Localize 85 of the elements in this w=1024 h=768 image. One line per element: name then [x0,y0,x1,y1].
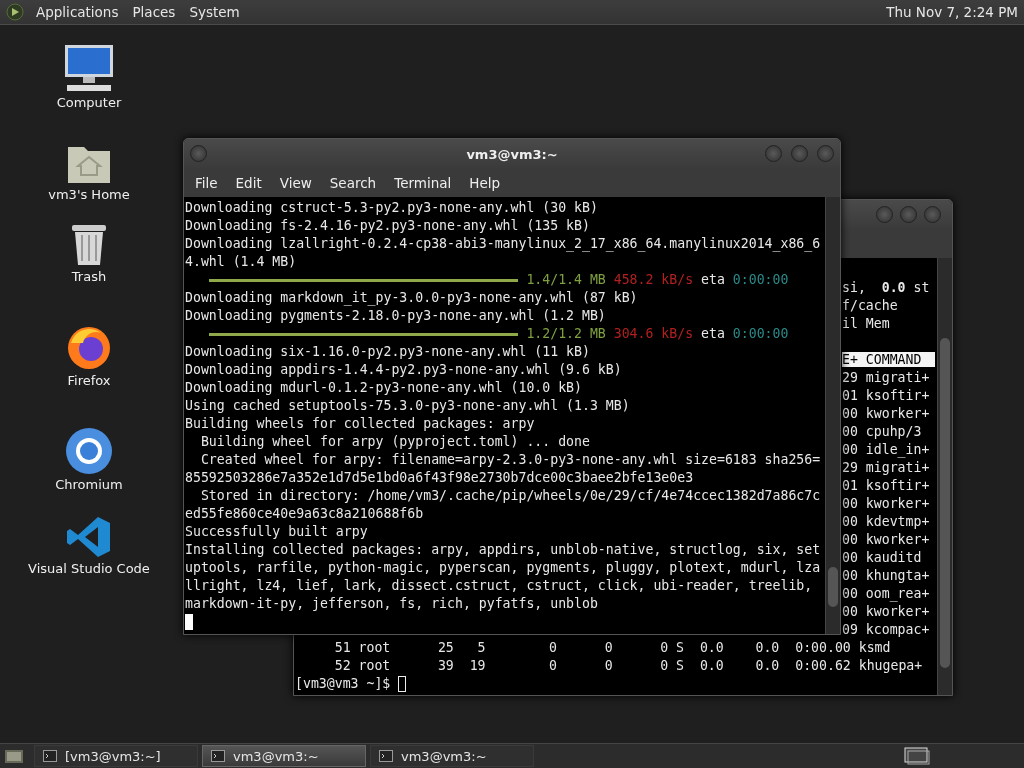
terminal-line: Downloading cstruct-5.3-py2.py3-none-any.whl (30 kB) [185,200,598,215]
terminal-line: 01 ksoftir+ [842,388,930,403]
taskbar-item[interactable]: [vm3@vm3:~] [34,745,198,767]
scrollbar[interactable] [825,197,840,634]
show-desktop-icon[interactable] [4,747,24,765]
eta-label: eta [701,272,725,287]
process-row-text: 51 root 25 5 0 0 0 S 0.0 0.0 0:00.00 ksmd [333,640,891,655]
desktop-icon-label[interactable]: Trash [71,269,107,284]
terminal-line: Using cached setuptools-75.3.0-py3-none-any.whl (1.3 MB) [185,398,630,413]
terminal-line: 00 kworker+ [842,496,930,511]
trash-icon[interactable] [70,223,108,267]
download-speed: 458.2 kB/s [613,272,694,287]
panel-menu[interactable]: Places [130,4,178,20]
terminal-line: Downloading mdurl-0.1.2-py3-none-any.whl (10.0 kB) [185,380,582,395]
distro-logo-icon[interactable] [6,3,24,21]
menu-item[interactable]: File [186,175,227,191]
terminal-line: Created wheel for arpy: filename=arpy-2.3.0-py3-none-any.whl size=6183 sha256= [199,452,821,467]
terminal-line: 00 kdevtmp+ [842,514,930,529]
desktop-icon-label[interactable]: vm3's Home [48,187,130,202]
terminal-line: il Mem [842,316,890,331]
terminal-line: Stored in directory: /home/vm3/.cache/pip/wheels/0e/29/cf/4e74ccec1382d7a86c7c [199,488,821,503]
clock: Thu Nov 7, 2:24 PM [886,4,1018,20]
terminal-line: Downloading lzallright-0.2.4-cp38-abi3-manylinux_2_17_x86_64.manylinux2014_x86_6 [185,236,821,251]
terminal-line: 00 kworker+ [842,604,930,619]
terminal-line: Downloading markdown_it_py-3.0.0-py3-none-any.whl (87 kB) [185,290,638,305]
computer-icon[interactable] [63,43,115,93]
text-cursor [398,676,407,692]
text-cursor [185,614,193,630]
terminal-line: 00 kauditd [842,550,922,565]
desktop-icon-label[interactable]: Firefox [67,373,111,388]
download-speed: 304.6 kB/s [613,326,694,341]
terminal-line: f/cache [842,298,898,313]
terminal-line: Successfully built arpy [185,524,368,539]
terminal-icon [43,750,57,762]
terminal-line: ed55fe860ce40e9a63c8a210688f6b [185,506,424,521]
menu-item[interactable]: Help [460,175,510,191]
terminal-line: 29 migrati+ [842,370,930,385]
workspace-switcher-icon[interactable] [904,747,930,765]
terminal-line: llright, lz4, lief, lark, dissect.cstruct, cstruct, click, ubi-reader, treelib, [185,578,813,593]
terminal-line: 00 khungta+ [842,568,930,583]
menu-item[interactable]: Terminal [385,175,461,191]
download-size: 1.4/1.4 MB [526,272,606,287]
desktop-icon-label[interactable]: Computer [56,95,122,110]
terminal-line: Building wheels for collected packages: arpy [185,416,535,431]
window-title: vm3@vm3:~ [466,146,558,162]
menu-item[interactable]: Edit [226,175,271,191]
menu-item[interactable]: View [270,175,321,191]
process-row-text: 52 root 39 19 0 0 0 S 0.0 0.0 0:00.62 khugepa+ [333,658,923,673]
chromium-icon[interactable] [65,427,113,475]
eta-time: 0:00:00 [732,326,789,341]
eta-label: eta [701,326,725,341]
terminal-line: Downloading six-1.16.0-py2.py3-none-any.whl (11 kB) [185,344,590,359]
terminal-line: markdown-it-py, jefferson, fs, rich, pyfatfs, unblob [185,596,598,611]
taskbar-item[interactable]: vm3@vm3:~ [202,745,366,767]
terminal-line: 01 ksoftir+ [842,478,930,493]
terminal-line: 09 kcompac+ [842,622,930,637]
terminal-icon [211,750,225,762]
scrollbar[interactable] [937,258,952,695]
terminal-line: Downloading pygments-2.18.0-py3-none-any.whl (1.2 MB) [185,308,606,323]
menu-item[interactable]: Search [320,175,386,191]
terminal-line: 85592503286e7a352e1d7d5e1bd0a6f43f98e2730b7dce00c3baee2bfe13e0e3 [185,470,694,485]
desktop-icon-label[interactable]: Visual Studio Code [28,561,150,576]
column-header: E+ COMMAND [842,352,936,367]
desktop-icon-label[interactable]: Chromium [55,477,123,492]
code-editor-icon[interactable] [66,515,112,559]
terminal-line: Downloading appdirs-1.4.4-py2.py3-none-any.whl (9.6 kB) [185,362,622,377]
terminal-line: uptools, rarfile, python-magic, pyperscan, pygments, pluggy, plotext, mdurl, lza [185,560,821,575]
terminal-line: 00 cpuhp/3 [842,424,922,439]
terminal-line: Downloading fs-2.4.16-py2.py3-none-any.whl (135 kB) [185,218,590,233]
shell-prompt: [vm3@vm3 ~]$ [295,676,392,691]
terminal-line: Building wheel for arpy (pyproject.toml) ... done [199,434,590,449]
download-size: 1.2/1.2 MB [526,326,606,341]
terminal-line: Installing collected packages: arpy, appdirs, unblob-native, structlog, six, set [185,542,821,557]
terminal-line: 00 kworker+ [842,406,930,421]
panel-menu[interactable]: System [187,4,242,20]
terminal-line: 00 kworker+ [842,532,930,547]
terminal-line: 4.whl (1.4 MB) [185,254,297,269]
terminal-line: 00 oom_rea+ [842,586,930,601]
eta-time: 0:00:00 [732,272,789,287]
terminal-line: 00 idle_in+ [842,442,930,457]
panel-menu[interactable]: Applications [34,4,121,20]
terminal-icon [379,750,393,762]
terminal-line: si, 0.0 st [842,280,930,295]
taskbar-item[interactable]: vm3@vm3:~ [370,745,534,767]
terminal-line: 29 migrati+ [842,460,930,475]
